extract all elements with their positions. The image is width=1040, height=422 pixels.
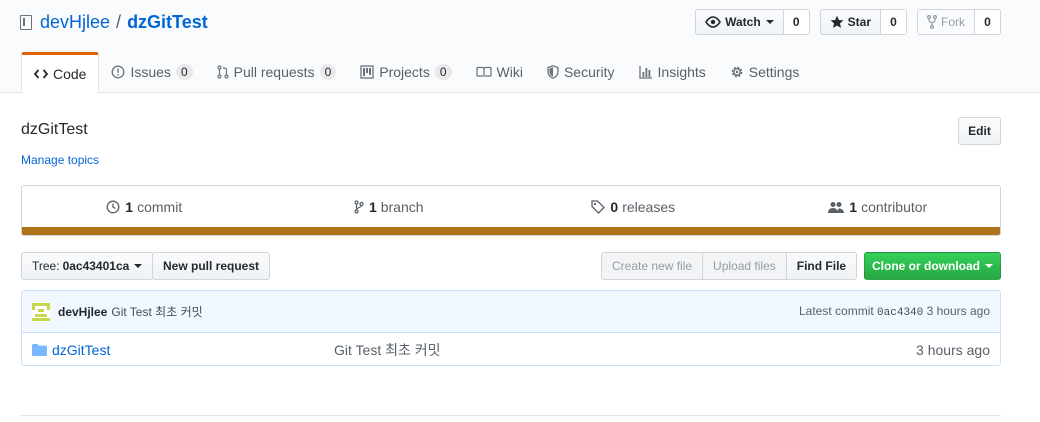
repo-owner-link[interactable]: devHjlee (40, 12, 110, 33)
repo-nav: Code Issues 0 Pull requests 0 Projects 0… (21, 52, 811, 93)
contributors-label: contributor (861, 199, 928, 215)
tab-label: Code (53, 66, 87, 82)
repo-separator: / (116, 12, 122, 32)
tab-projects[interactable]: Projects 0 (348, 52, 463, 92)
watch-button[interactable]: Watch (695, 9, 784, 35)
tab-counter: 0 (434, 64, 452, 80)
fork-label: Fork (941, 15, 965, 29)
star-group: Star 0 (819, 9, 907, 35)
history-icon (106, 200, 120, 214)
latest-commit-label: Latest commit (799, 304, 874, 318)
clone-label: Clone or download (872, 259, 980, 273)
file-age: 3 hours ago (916, 341, 990, 358)
book-icon (475, 66, 492, 77)
tree-prefix: Tree: (32, 259, 60, 273)
repo-title: devHjlee / dzGitTest (20, 12, 208, 33)
file-browser: devHjlee Git Test 최초 커밋 Latest commit 0a… (21, 290, 1001, 366)
commit-age: 3 hours ago (926, 304, 990, 318)
chevron-down-icon (985, 264, 993, 268)
list-item: dzGitTest Git Test 최초 커밋 3 hours ago (22, 333, 1000, 365)
repo-description: dzGitTest (21, 121, 88, 138)
commit-message-link[interactable]: Git Test 최초 커밋 (111, 303, 202, 320)
star-button[interactable]: Star (819, 9, 881, 35)
project-icon (360, 65, 374, 79)
tab-label: Insights (657, 64, 706, 80)
tab-issues[interactable]: Issues 0 (99, 52, 204, 92)
file-commit-message-link[interactable]: Git Test 최초 커밋 (334, 340, 441, 360)
chevron-down-icon (134, 264, 143, 268)
star-count[interactable]: 0 (881, 9, 907, 35)
graph-icon (638, 66, 652, 79)
fork-button[interactable]: Fork (917, 9, 975, 35)
edit-description-button[interactable]: Edit (958, 117, 1001, 145)
file-actions: Create new file Upload files Find File (601, 252, 858, 280)
commits-label: commit (137, 199, 183, 215)
commits-link[interactable]: 1 commit (22, 186, 267, 228)
tab-counter: 0 (175, 64, 193, 80)
manage-topics-link[interactable]: Manage topics (21, 153, 99, 167)
repo-actions: Watch 0 Star 0 Fork 0 (685, 9, 1001, 35)
repo-icon (20, 15, 32, 30)
gear-icon (731, 66, 743, 78)
tab-label: Wiki (496, 64, 523, 80)
new-pull-request-button[interactable]: New pull request (152, 252, 271, 280)
tab-label: Pull requests (233, 64, 315, 80)
branches-label: branch (380, 199, 424, 215)
fork-icon (927, 15, 937, 29)
file-name-link[interactable]: dzGitTest (52, 342, 334, 358)
people-icon (828, 201, 845, 213)
pull-request-icon (217, 65, 229, 79)
releases-link[interactable]: 0 releases (511, 186, 756, 228)
releases-label: releases (622, 199, 676, 215)
commit-sha-link[interactable]: 0ac4340 (877, 307, 923, 319)
star-label: Star (847, 15, 871, 29)
releases-count: 0 (610, 199, 619, 215)
branches-link[interactable]: 1 branch (267, 186, 512, 228)
folder-icon (32, 343, 47, 356)
contributors-link[interactable]: 1 contributor (756, 186, 1001, 228)
tab-wiki[interactable]: Wiki (464, 52, 535, 92)
watch-group: Watch 0 (695, 9, 810, 35)
tab-settings[interactable]: Settings (718, 52, 812, 92)
tab-code[interactable]: Code (21, 52, 100, 93)
star-icon (830, 15, 844, 28)
watch-count[interactable]: 0 (783, 9, 810, 35)
issue-icon (112, 65, 125, 79)
find-file-button[interactable]: Find File (785, 252, 858, 280)
commit-author-link[interactable]: devHjlee (58, 305, 107, 319)
tab-insights[interactable]: Insights (627, 52, 718, 92)
tab-security[interactable]: Security (535, 52, 627, 92)
clone-or-download-button[interactable]: Clone or download (864, 252, 1001, 280)
create-new-file-button[interactable]: Create new file (601, 252, 704, 280)
shield-icon (547, 65, 559, 79)
branch-select-button[interactable]: Tree: 0ac43401ca (21, 252, 154, 280)
watch-label: Watch (725, 15, 761, 29)
divider (21, 415, 1001, 416)
eye-icon (705, 16, 722, 28)
upload-files-button[interactable]: Upload files (702, 252, 787, 280)
chevron-down-icon (765, 20, 774, 24)
tag-icon (591, 200, 606, 214)
avatar[interactable] (32, 302, 50, 321)
tab-label: Issues (130, 64, 171, 80)
branch-icon (354, 200, 364, 214)
tab-label: Security (563, 64, 615, 80)
contributors-count: 1 (849, 199, 858, 215)
repo-name-link[interactable]: dzGitTest (127, 12, 208, 33)
code-icon (34, 69, 48, 79)
repo-summary: 1 commit 1 branch 0 releases 1 contribut… (21, 185, 1001, 236)
commits-count: 1 (125, 199, 134, 215)
tab-label: Settings (748, 64, 800, 80)
fork-count[interactable]: 0 (975, 9, 1001, 35)
fork-group: Fork 0 (917, 9, 1001, 35)
repo-header: devHjlee / dzGitTest Watch 0 Star 0 Fork (0, 0, 1040, 93)
language-bar[interactable] (22, 227, 1000, 235)
latest-commit-row: devHjlee Git Test 최초 커밋 Latest commit 0a… (22, 291, 1000, 333)
tab-pull-requests[interactable]: Pull requests 0 (205, 52, 349, 92)
tab-counter: 0 (319, 64, 337, 80)
branches-count: 1 (368, 199, 377, 215)
latest-commit-info: Latest commit 0ac4340 3 hours ago (799, 304, 990, 319)
tree-value: 0ac43401ca (62, 259, 130, 273)
tab-label: Projects (379, 64, 430, 80)
